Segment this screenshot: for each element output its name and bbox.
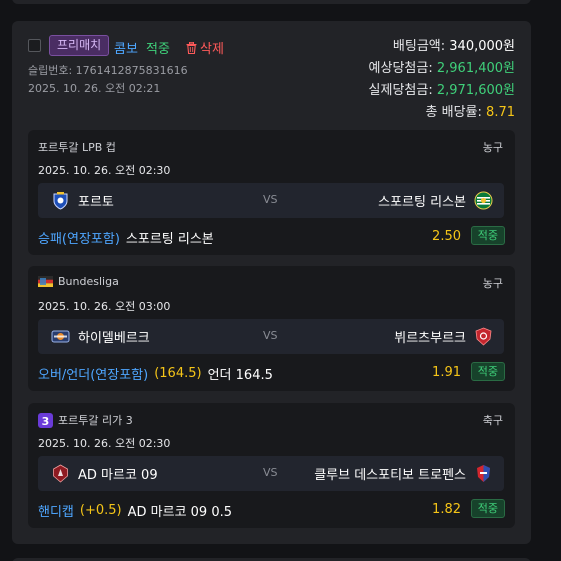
pick-row: 핸디캡 (+0.5) AD 마르코 09 0.5 (38, 501, 232, 520)
market-name: 승패(연장포함) (38, 232, 120, 247)
bet-slip-card: 프리매치 콤보 적중 삭제 슬립번호: 1761412875831616 202… (12, 21, 531, 544)
prematch-badge: 프리매치 (49, 35, 110, 56)
pick-row: 승패(연장포함) 스포르팅 리스본 (38, 228, 214, 247)
home-team: 하이델베르크 (51, 327, 150, 346)
slip-select-checkbox[interactable] (28, 39, 41, 52)
total-odds-value: 8.71 (486, 105, 515, 120)
game-time: 2025. 10. 26. 오전 03:00 (38, 300, 171, 313)
odds-value: 1.91 (432, 365, 461, 380)
game-card: 3 포르투갈 리가 3 축구 2025. 10. 26. 오전 02:30 AD… (28, 403, 515, 528)
result-badge: 적중 (470, 499, 505, 518)
sport-type: 축구 (482, 414, 503, 427)
liga3-logo-icon: 3 (38, 412, 53, 428)
previous-slip-card (12, 0, 531, 4)
odds-value: 1.82 (432, 502, 461, 517)
slip-time: 2025. 10. 26. 오전 02:21 (28, 82, 161, 95)
game-time: 2025. 10. 26. 오전 02:30 (38, 437, 171, 450)
svg-text:3: 3 (42, 415, 50, 428)
handicap-line: (+0.5) (79, 503, 122, 518)
league-label: Bundesliga (58, 275, 119, 288)
vs-label: VS (263, 466, 278, 479)
heidelberg-logo-icon (51, 330, 70, 343)
league-label: 포르투갈 LPB 컵 (38, 141, 116, 154)
sport-type: 농구 (482, 277, 503, 290)
home-team: 포르토 (51, 191, 114, 210)
bet-amount-label: 배팅금액: (392, 39, 446, 54)
game-time: 2025. 10. 26. 오전 02:30 (38, 164, 171, 177)
vs-label: VS (263, 193, 278, 206)
actual-win-value: 2,971,600원 (436, 83, 515, 98)
total-odds-label: 총 배당률: (425, 105, 482, 120)
selection: 언더 164.5 (207, 368, 273, 383)
away-team-name: 스포르팅 리스본 (378, 195, 466, 210)
away-team: 클루브 데스포티보 트로펜스 (314, 464, 493, 483)
bet-amount-row: 배팅금액: 340,000원 (393, 35, 515, 54)
delete-button[interactable]: 삭제 (186, 38, 224, 57)
selection: 스포르팅 리스본 (125, 232, 214, 247)
result-badge: 적중 (470, 362, 505, 381)
total-odds-row: 총 배당률: 8.71 (426, 101, 515, 120)
vs-label: VS (263, 329, 278, 342)
actual-win-row: 실제당첨금: 2,971,600원 (369, 79, 515, 98)
matchup-bar: 포르토 VS 스포르팅 리스본 (38, 183, 504, 218)
expected-win-label: 예상당첨금: (368, 61, 433, 76)
porto-crest-icon (53, 192, 68, 210)
sporting-crest-icon (474, 191, 493, 210)
away-team: 뷔르츠부르크 (394, 327, 493, 346)
hit-status-badge: 적중 (146, 42, 170, 57)
market-name: 오버/언더(연장포함) (38, 368, 149, 383)
away-team: 스포르팅 리스본 (378, 191, 493, 210)
matchup-bar: 하이델베르크 VS 뷔르츠부르크 (38, 319, 504, 354)
expected-win-row: 예상당첨금: 2,961,400원 (369, 57, 515, 76)
slip-number: 슬립번호: 1761412875831616 (28, 64, 188, 77)
league-name: Bundesliga (38, 275, 119, 288)
game-card: 포르투갈 LPB 컵 농구 2025. 10. 26. 오전 02:30 포르토… (28, 130, 515, 255)
home-team-name: 포르토 (78, 195, 114, 210)
handicap-line: (164.5) (154, 366, 202, 381)
league-name: 3 포르투갈 리가 3 (38, 412, 133, 428)
matchup-bar: AD 마르코 09 VS 클루브 데스포티보 트로펜스 (38, 456, 504, 491)
away-team-name: 뷔르츠부르크 (394, 331, 466, 346)
result-badge: 적중 (470, 226, 505, 245)
game-card: Bundesliga 농구 2025. 10. 26. 오전 03:00 하이델… (28, 266, 515, 391)
sport-type: 농구 (482, 141, 503, 154)
marco-crest-icon (53, 464, 68, 483)
market-name: 핸디캡 (38, 505, 74, 520)
combo-badge: 콤보 (114, 42, 138, 57)
home-team-name: 하이델베르크 (78, 331, 150, 346)
bet-amount-value: 340,000원 (449, 39, 515, 54)
away-team-name: 클루브 데스포티보 트로펜스 (314, 468, 466, 483)
odds-value: 2.50 (432, 229, 461, 244)
trofense-crest-icon (477, 465, 490, 482)
selection: AD 마르코 09 0.5 (127, 505, 233, 520)
expected-win-value: 2,961,400원 (436, 61, 515, 76)
wurzburg-logo-icon (475, 327, 492, 346)
home-team-name: AD 마르코 09 (78, 468, 158, 483)
league-name: 포르투갈 LPB 컵 (38, 139, 116, 155)
delete-label: 삭제 (200, 42, 224, 57)
trash-icon (186, 41, 197, 54)
germany-flag-icon (38, 276, 53, 287)
actual-win-label: 실제당첨금: (368, 83, 433, 98)
home-team: AD 마르코 09 (51, 464, 158, 483)
pick-row: 오버/언더(연장포함) (164.5) 언더 164.5 (38, 364, 273, 383)
league-label: 포르투갈 리가 3 (58, 414, 133, 427)
